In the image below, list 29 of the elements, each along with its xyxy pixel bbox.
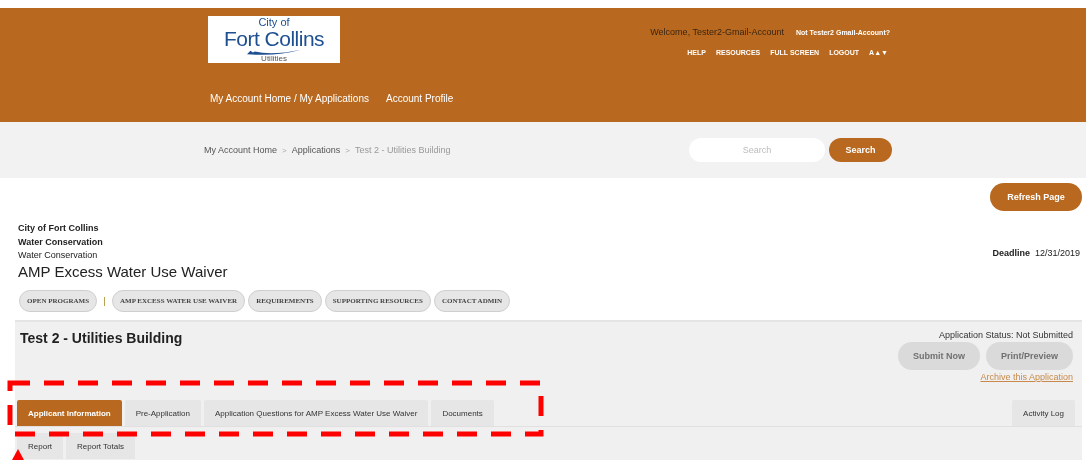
breadcrumb-link[interactable]: Test 2 - Utilities Building [354,145,451,155]
activity-log-button[interactable]: Activity Log [1012,400,1075,426]
department-name: Water Conservation [18,236,104,249]
program-title: AMP Excess Water Use Waiver [18,262,228,282]
organization-name: City of Fort Collins [18,222,100,235]
logo[interactable]: City of Fort Collins Utilities [208,16,340,63]
nav-link[interactable]: My Account Home / My Applications [210,93,369,104]
divider-bar [104,296,106,306]
application-title: Test 2 - Utilities Building [20,330,183,348]
breadcrumb-link[interactable]: My Account Home [204,145,278,155]
refresh-button[interactable]: Refresh Page [990,183,1082,211]
tab[interactable]: Pre-Application [124,400,201,426]
deadline-label: Deadline [992,248,1030,258]
tab[interactable]: Application Questions for AMP Excess Water Use Waiver [203,400,429,426]
tab[interactable]: Documents [431,400,494,426]
nav-link[interactable]: Account Profile [385,93,454,104]
application-status: Application Status: Not Submitted [938,330,1073,340]
arrow-icon [12,449,24,460]
tab[interactable]: Applicant Information [17,400,122,426]
welcome-text: Welcome, Tester2-Gmail-Account [650,27,784,37]
archive-link[interactable]: Archive this Application [980,372,1073,382]
breadcrumb-separator: > [282,145,287,155]
deadline-date: 12/31/2019 [1034,248,1080,258]
search-field[interactable]: Search [689,138,825,162]
breadcrumb-link[interactable]: Applications [291,145,341,155]
division-name: Water Conservation [18,249,99,262]
search-button[interactable]: Search [829,138,892,162]
tab[interactable]: Report Totals [66,433,135,459]
breadcrumb-separator: > [345,145,350,155]
